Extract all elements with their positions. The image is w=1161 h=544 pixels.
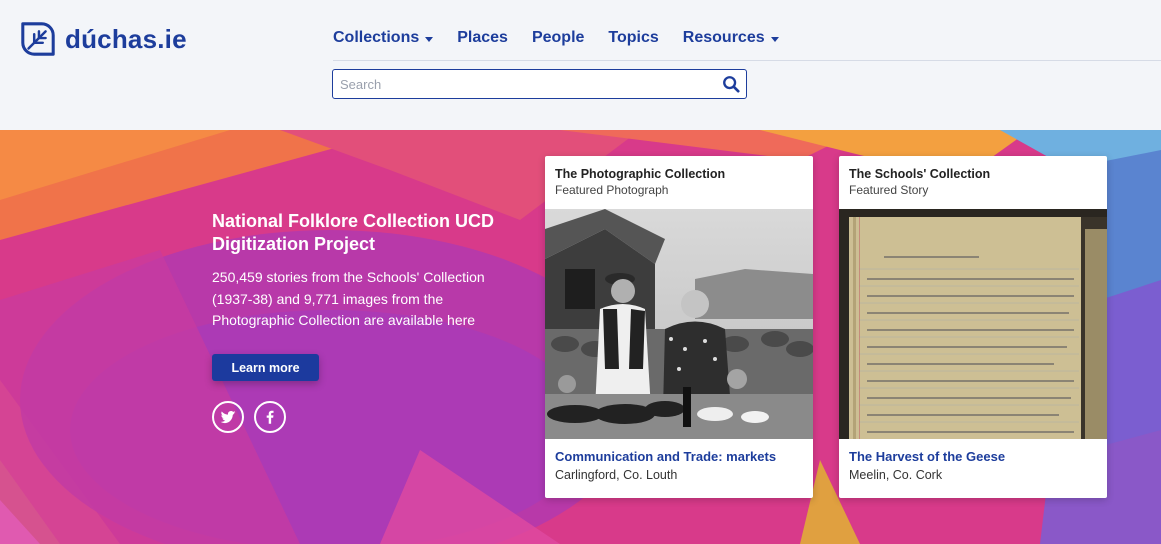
twitter-icon [220,410,236,424]
card-subtitle: Featured Photograph [555,183,669,197]
search-input[interactable] [333,70,703,98]
chevron-down-icon [770,36,779,42]
nav-label: Topics [608,29,659,46]
search-box [332,69,747,99]
nav-people[interactable]: People [532,27,584,49]
nav-collections[interactable]: Collections [333,27,434,49]
main-nav: Collections Places People Topics Resourc… [333,27,803,49]
card-footer: Communication and Trade: markets Carling… [555,448,776,484]
nav-label: Collections [333,29,420,46]
card-header: The Schools' Collection Featured Story [839,156,1107,209]
card-place: Meelin, Co. Cork [849,468,943,482]
site-header: dúchas.ie Collections Places People Topi… [0,0,1161,130]
featured-photograph-image[interactable] [545,209,813,439]
card-link[interactable]: Communication and Trade: markets [555,448,776,466]
nav-places[interactable]: Places [457,27,508,49]
card-title: The Photographic Collection [555,167,726,181]
card-link[interactable]: The Harvest of the Geese [849,448,1005,466]
card-place: Carlingford, Co. Louth [555,468,678,482]
nav-topics[interactable]: Topics [608,27,658,49]
search-icon[interactable] [722,75,740,93]
site-logo[interactable]: dúchas.ie [19,20,187,58]
twitter-link[interactable] [212,401,244,433]
learn-more-button[interactable]: Learn more [212,354,319,381]
card-footer: The Harvest of the Geese Meelin, Co. Cor… [849,448,1005,484]
card-title: The Schools' Collection [849,167,991,181]
card-subtitle: Featured Story [849,183,929,197]
nav-label: Resources [682,29,765,46]
featured-story-image[interactable] [839,209,1107,439]
leaf-logo-icon [21,22,55,56]
nav-label: People [531,29,585,46]
hero-title: National Folklore Collection UCD Digitiz… [212,211,495,254]
hero-description: 250,459 stories from the Schools' Collec… [212,269,485,328]
featured-story-card[interactable]: The Schools' Collection Featured Story T… [839,156,1107,498]
chevron-down-icon [425,36,434,42]
market-photo-image [545,209,813,439]
card-header: The Photographic Collection Featured Pho… [545,156,813,209]
manuscript-page-image [839,209,1107,439]
facebook-link[interactable] [254,401,286,433]
featured-photograph-card[interactable]: The Photographic Collection Featured Pho… [545,156,813,498]
hero-banner: National Folklore Collection UCD Digitiz… [0,130,1161,544]
brand-name: dúchas.ie [65,23,187,54]
nav-label: Places [457,29,508,46]
facebook-icon [266,410,274,424]
nav-divider [333,60,1161,61]
nav-resources[interactable]: Resources [683,27,779,49]
